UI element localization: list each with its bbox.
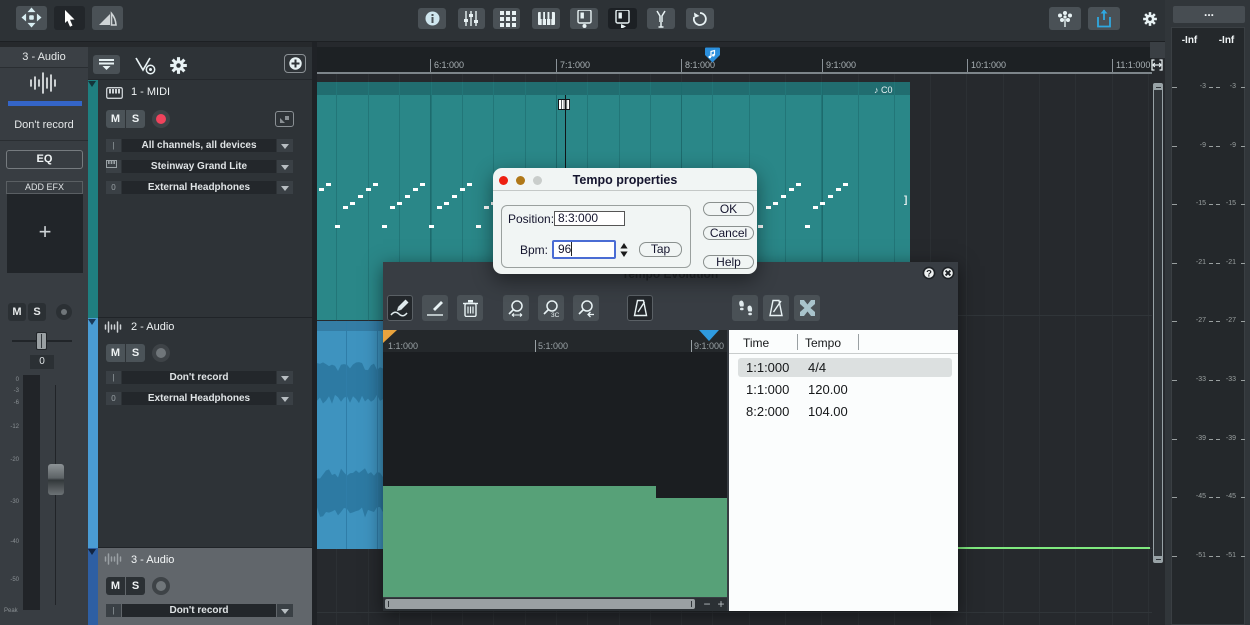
svg-text:3C: 3C <box>551 312 560 318</box>
svg-text:?: ? <box>926 268 932 279</box>
